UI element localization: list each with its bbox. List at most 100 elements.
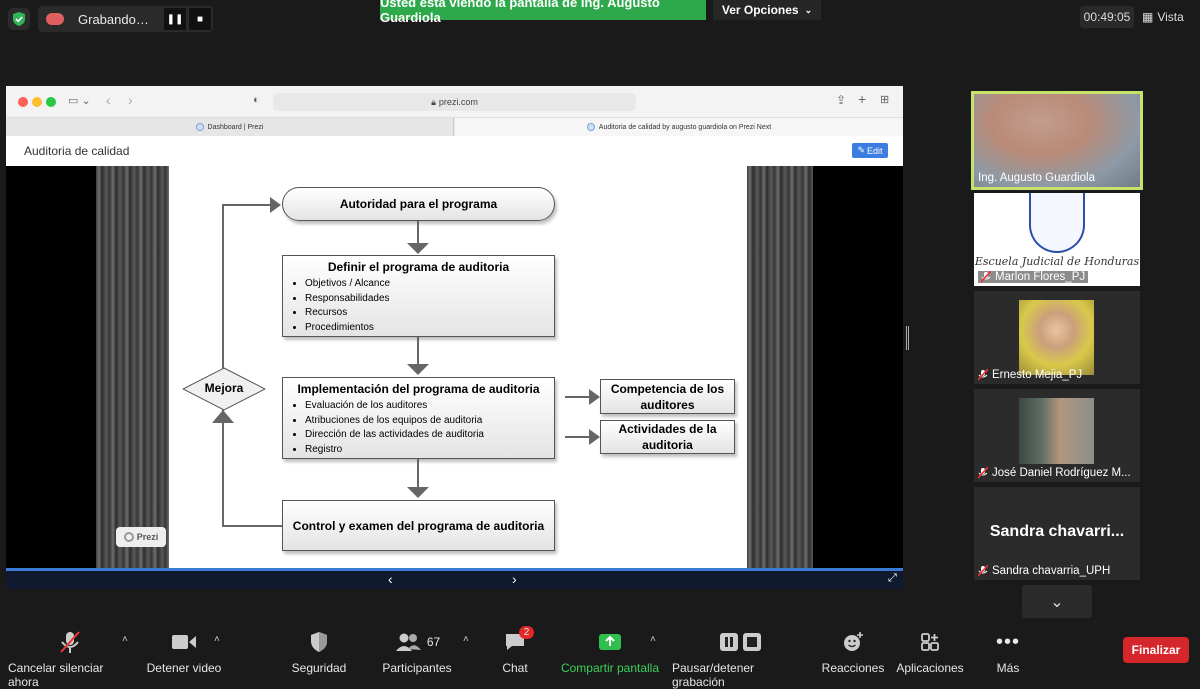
side-arrow-1 — [565, 396, 589, 398]
participant-tile-ernesto[interactable]: Ernesto Mejia_PJ — [974, 291, 1140, 384]
unmute-button[interactable]: Cancelar silenciar ahora — [8, 630, 132, 689]
url-text: prezi.com — [438, 97, 478, 107]
arrow-3-head — [407, 487, 429, 498]
view-options-label: Ver Opciones — [721, 3, 799, 17]
participants-button[interactable]: 67 Participantes — [381, 630, 453, 675]
panel-resize-handle[interactable] — [906, 326, 909, 350]
side-arrow-2-head — [589, 429, 600, 445]
tab-dashboard[interactable]: Dashboard | Prezi — [6, 118, 454, 136]
video-camera-icon — [171, 630, 197, 654]
pause-stop-recording-button[interactable]: Pausar/detener grabación — [672, 630, 810, 689]
loop-arrow-head — [270, 197, 281, 213]
grid-icon: ▦ — [1142, 10, 1154, 24]
presentation-nav-bar: ‹ › ⤢ — [6, 568, 903, 589]
maximize-window-button[interactable] — [46, 97, 56, 107]
prezi-favicon-icon — [195, 123, 204, 131]
new-tab-icon[interactable]: + — [858, 91, 866, 107]
more-button[interactable]: ••• Más — [992, 630, 1024, 676]
security-shield-icon[interactable] — [8, 8, 30, 30]
arrow-1-head — [407, 243, 429, 254]
list-item: Procedimientos — [305, 321, 554, 336]
previous-slide-icon[interactable]: ‹ — [388, 571, 393, 587]
more-label: Más — [996, 661, 1020, 675]
prezi-favicon-icon — [586, 123, 595, 131]
prezi-header: Auditoria de calidad ✎ Edit — [6, 136, 903, 166]
stop-video-button[interactable]: Detener video — [146, 630, 222, 675]
minimize-window-button[interactable] — [32, 97, 42, 107]
participant-display-name: Sandra chavarri... — [989, 523, 1125, 540]
chat-bubble-icon: 2 — [504, 626, 534, 654]
end-meeting-button[interactable]: Finalizar — [1123, 637, 1189, 663]
wood-texture-left — [96, 166, 169, 568]
participant-tile-marlon[interactable]: Escuela Judicial de Honduras Marlon Flor… — [974, 193, 1140, 286]
stop-video-label: Detener video — [146, 661, 222, 675]
close-window-button[interactable] — [18, 97, 28, 107]
unmute-label: Cancelar silenciar ahora — [8, 661, 104, 689]
tab-prezi-presentation[interactable]: Auditoria de calidad by augusto guardiol… — [455, 118, 903, 136]
caret-up-icon[interactable]: ˄ — [463, 634, 469, 645]
sidebar-icon[interactable]: ▭ ⌄ — [68, 94, 91, 107]
forward-icon[interactable]: › — [128, 92, 133, 108]
caret-up-icon[interactable]: ˄ — [214, 634, 220, 645]
share-icon[interactable]: ⇪ — [836, 93, 846, 107]
box-implementation-list: Evaluación de los auditores Atribuciones… — [305, 399, 554, 457]
box-control: Control y examen del programa de auditor… — [282, 500, 555, 551]
box-activities: Actividades de la auditoria — [600, 420, 735, 454]
participant-name: José Daniel Rodríguez M... — [977, 466, 1131, 479]
list-item: Dirección de las actividades de auditori… — [305, 428, 554, 443]
arrow-2-head — [407, 364, 429, 375]
participant-video — [1019, 300, 1094, 375]
box-define-program: Definir el programa de auditoria Objetiv… — [282, 255, 555, 337]
fullscreen-icon[interactable]: ⤢ — [888, 572, 897, 585]
box-implementation: Implementación del programa de auditoria… — [282, 377, 555, 459]
loop-line-top — [222, 204, 272, 206]
chat-label: Chat — [502, 661, 528, 675]
slide-canvas: Autoridad para el programa Definir el pr… — [169, 166, 747, 568]
participant-name: Ing. Augusto Guardiola — [978, 172, 1095, 184]
browser-tabs: Dashboard | Prezi Auditoria de calidad b… — [6, 118, 903, 136]
caret-up-icon[interactable]: ˄ — [650, 634, 656, 645]
pause-recording-button[interactable]: ❚❚ — [164, 8, 186, 30]
edit-button[interactable]: ✎ Edit — [852, 143, 888, 158]
tab-label: Dashboard | Prezi — [207, 123, 264, 131]
prezi-badge[interactable]: Prezi — [116, 527, 166, 547]
recording-controls-icon — [719, 630, 763, 654]
box-competence: Competencia de los auditores — [600, 379, 735, 414]
participant-tile-sandra[interactable]: Sandra chavarri... Sandra chavarria_UPH — [974, 487, 1140, 580]
list-item: Registro — [305, 443, 554, 458]
box-define-list: Objetivos / Alcance Responsabilidades Re… — [305, 277, 554, 335]
next-slide-icon[interactable]: › — [512, 571, 517, 587]
back-icon[interactable]: ‹ — [106, 92, 111, 108]
tab-label: Auditoria de calidad by augusto guardiol… — [598, 123, 772, 131]
box-authority-label: Autoridad para el programa — [339, 197, 498, 211]
security-button[interactable]: Seguridad — [288, 630, 350, 675]
smiley-plus-icon — [842, 630, 864, 654]
apps-button[interactable]: Aplicaciones — [896, 630, 964, 675]
caret-up-icon[interactable]: ˄ — [122, 634, 128, 645]
school-logo-icon — [1029, 193, 1085, 253]
arrow-1 — [417, 221, 419, 244]
participant-name: Marlon Flores_PJ — [978, 270, 1089, 283]
address-bar[interactable]: 🔒︎ prezi.com — [273, 93, 636, 111]
view-button[interactable]: ▦ Vista — [1142, 6, 1192, 28]
tab-overview-icon[interactable]: ⊞ — [880, 93, 889, 106]
view-options-button[interactable]: Ver Opciones ⌄ — [713, 0, 821, 20]
stop-recording-button[interactable]: ■ — [189, 8, 211, 30]
scroll-participants-down-button[interactable]: ⌄ — [1022, 585, 1092, 618]
participants-label: Participantes — [382, 661, 452, 675]
mic-muted-icon — [977, 466, 989, 479]
privacy-shield-icon[interactable]: ◐ — [253, 94, 260, 106]
mic-muted-icon — [977, 564, 989, 577]
box-control-label: Control y examen del programa de auditor… — [292, 518, 545, 533]
logo-text: Escuela Judicial de Honduras — [974, 255, 1140, 268]
share-screen-button[interactable]: Compartir pantalla — [560, 630, 660, 675]
chat-button[interactable]: 2 Chat — [495, 626, 535, 675]
participant-tile-active-speaker[interactable]: Ing. Augusto Guardiola — [971, 91, 1143, 190]
side-arrow-1-head — [589, 389, 600, 405]
pencil-icon: ✎ — [857, 145, 866, 155]
participant-tile-jose[interactable]: José Daniel Rodríguez M... — [974, 389, 1140, 482]
view-label: Vista — [1157, 10, 1184, 24]
cloud-record-icon — [46, 13, 64, 25]
reactions-button[interactable]: Reacciones — [822, 630, 884, 675]
participants-count: 67 — [426, 635, 441, 649]
